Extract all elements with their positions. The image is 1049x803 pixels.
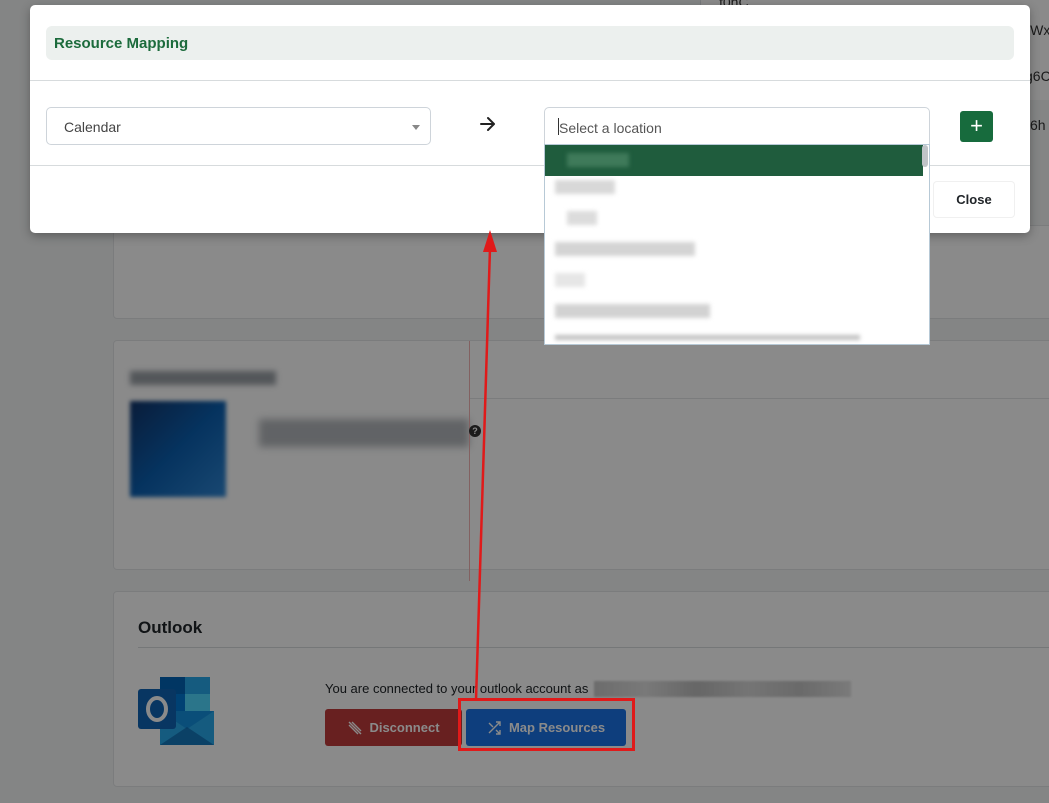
list-item[interactable]: [545, 269, 923, 300]
dropdown-scrollbar[interactable]: [922, 145, 928, 167]
redacted-option-text: [567, 211, 597, 225]
redacted-option-text: [555, 242, 695, 256]
close-button[interactable]: Close: [934, 182, 1014, 217]
location-search-input[interactable]: [544, 107, 930, 145]
list-item[interactable]: [545, 331, 923, 344]
resource-type-value: Calendar: [64, 119, 121, 135]
list-item[interactable]: [545, 176, 923, 207]
resource-type-select[interactable]: Calendar: [46, 107, 431, 145]
modal-header: Resource Mapping: [46, 26, 1014, 60]
arrow-right-icon: [480, 117, 495, 131]
chevron-down-icon: [412, 125, 420, 130]
location-dropdown-list[interactable]: [544, 144, 930, 345]
annotation-highlight-box: [458, 698, 635, 751]
list-item[interactable]: [545, 238, 923, 269]
add-mapping-button[interactable]: +: [960, 111, 993, 142]
list-item[interactable]: [545, 300, 923, 331]
redacted-option-text: [555, 304, 710, 318]
redacted-option-text: [555, 335, 860, 340]
text-cursor: [558, 118, 559, 135]
list-item-selected[interactable]: [545, 145, 923, 176]
redacted-option-text: [567, 153, 629, 167]
list-item[interactable]: [545, 207, 923, 238]
divider: [30, 80, 1030, 81]
redacted-option-text: [555, 273, 585, 287]
modal-title: Resource Mapping: [54, 35, 189, 52]
redacted-option-text: [555, 180, 615, 194]
